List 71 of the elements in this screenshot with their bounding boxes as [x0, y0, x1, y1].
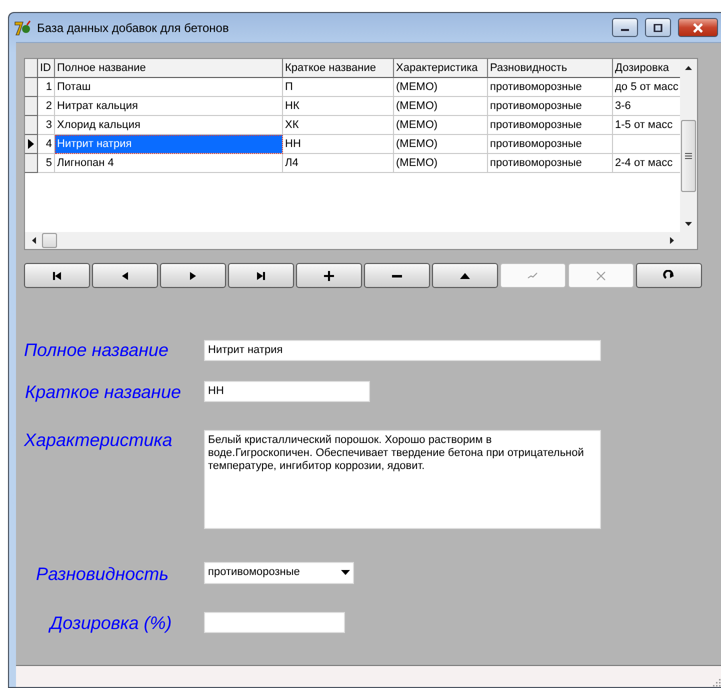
refresh-button[interactable] — [636, 263, 702, 288]
minimize-button[interactable] — [612, 18, 638, 37]
row-indicator[interactable] — [25, 135, 38, 154]
delete-record-button[interactable] — [364, 263, 430, 288]
table-cell[interactable]: ХК — [283, 116, 394, 135]
table-cell[interactable]: Поташ — [55, 78, 283, 97]
field-label: Краткое название — [24, 381, 182, 403]
last-record-button[interactable] — [228, 263, 294, 288]
app-icon — [14, 20, 32, 36]
window-title: База данных добавок для бетонов — [37, 20, 230, 34]
dosage-field[interactable] — [204, 612, 345, 633]
close-icon — [692, 22, 704, 32]
table-cell[interactable]: Нитрат кальция — [55, 97, 283, 116]
cross-icon — [595, 270, 607, 282]
field-label: Полное название — [24, 340, 170, 361]
plus-icon — [323, 270, 335, 282]
table-cell[interactable]: 5 — [38, 154, 55, 173]
table-cell[interactable]: НК — [283, 97, 394, 116]
table-cell[interactable]: Лигнопан 4 — [55, 154, 283, 173]
column-header[interactable]: ID — [38, 59, 55, 78]
table-cell[interactable]: противоморозные — [488, 154, 613, 173]
arrow-down-icon — [685, 222, 692, 226]
arrow-left-icon — [32, 237, 36, 244]
table-cell[interactable]: (MEMO) — [394, 78, 488, 97]
table-cell[interactable]: противоморозные — [488, 135, 613, 154]
full-name-field[interactable]: Нитрит натрия — [204, 340, 601, 361]
maximize-icon — [653, 24, 663, 32]
table-cell[interactable]: Нитрит натрия — [55, 135, 283, 154]
field-label: Разновидность — [35, 563, 170, 585]
resize-grip-icon[interactable] — [713, 679, 721, 687]
table-cell[interactable]: противоморозные — [488, 97, 613, 116]
arrow-up-icon — [685, 66, 692, 70]
scroll-thumb[interactable] — [42, 233, 57, 248]
description-field[interactable]: Белый кристаллический порошок. Хорошо растворим в воде.Гигроскопичен. Обеспечивает твердение бетона при отрицательной температуре, ингибитор коррозии, ядовит. — [204, 430, 601, 529]
current-row-icon — [28, 139, 34, 149]
column-header[interactable]: Дозировка — [613, 59, 680, 78]
table-cell[interactable]: противоморозные — [488, 78, 613, 97]
table-cell[interactable]: П — [283, 78, 394, 97]
table-cell[interactable]: противоморозные — [488, 116, 613, 135]
table-cell[interactable]: Л4 — [283, 154, 394, 173]
column-header[interactable]: Характеристика — [394, 59, 488, 78]
type-dropdown[interactable]: противоморозные — [204, 562, 354, 584]
table-cell[interactable]: 2 — [38, 97, 55, 116]
maximize-button[interactable] — [645, 18, 671, 37]
arrow-right-icon — [670, 237, 674, 244]
prior-record-button[interactable] — [92, 263, 158, 288]
dropdown-arrow-icon — [341, 570, 350, 575]
table-cell[interactable]: 3 — [38, 116, 55, 135]
column-header[interactable]: Разновидность — [488, 59, 613, 78]
table-cell[interactable]: (MEMO) — [394, 116, 488, 135]
check-icon — [527, 270, 539, 282]
table-cell[interactable]: (MEMO) — [394, 97, 488, 116]
column-header[interactable]: Полное название — [55, 59, 283, 78]
column-header[interactable]: Краткое название — [283, 59, 394, 78]
redo-icon — [663, 270, 675, 282]
next-record-button[interactable] — [160, 263, 226, 288]
table-cell[interactable]: (MEMO) — [394, 135, 488, 154]
grid-corner-cell — [25, 59, 38, 78]
skip-end-icon — [255, 270, 267, 282]
field-label: Характеристика — [24, 430, 174, 451]
close-button[interactable] — [678, 18, 718, 37]
table-cell[interactable]: (MEMO) — [394, 154, 488, 173]
field-label: Дозировка (%) — [47, 612, 173, 634]
insert-record-button[interactable] — [296, 263, 362, 288]
first-record-button[interactable] — [24, 263, 90, 288]
skip-start-icon — [51, 270, 63, 282]
table-cell[interactable]: НН — [283, 135, 394, 154]
edit-record-button[interactable] — [432, 263, 498, 288]
scroll-thumb[interactable] — [681, 120, 696, 192]
table-cell[interactable]: 1 — [38, 78, 55, 97]
short-name-field[interactable]: НН — [204, 381, 370, 402]
